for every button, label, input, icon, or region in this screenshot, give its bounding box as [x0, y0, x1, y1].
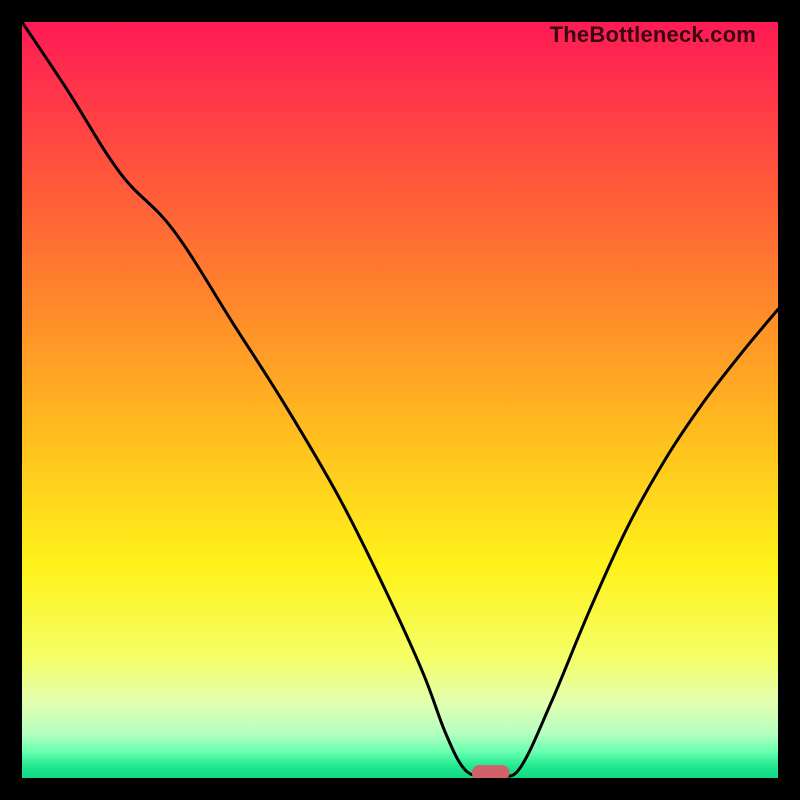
chart-svg	[22, 22, 778, 778]
chart-frame: TheBottleneck.com	[0, 0, 800, 800]
gradient-background	[22, 22, 778, 778]
watermark-text: TheBottleneck.com	[550, 22, 756, 48]
plot-area: TheBottleneck.com	[22, 22, 778, 778]
optimum-marker	[472, 765, 510, 778]
